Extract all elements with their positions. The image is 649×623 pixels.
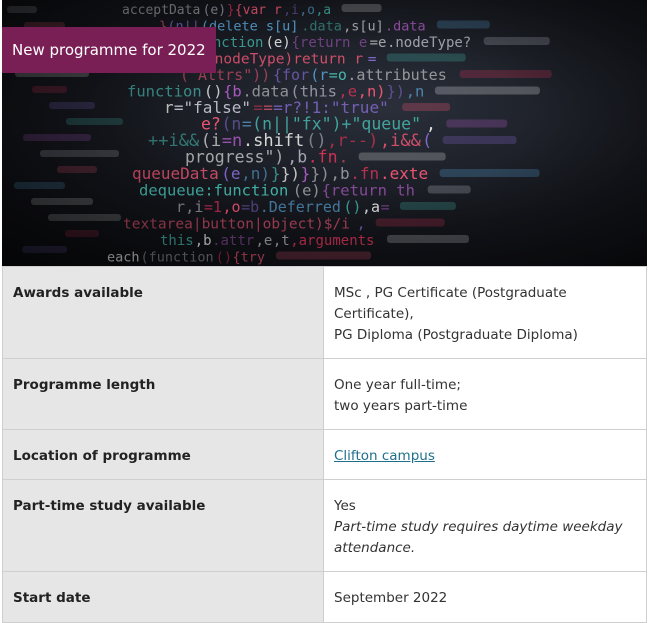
clifton-campus-link[interactable]: Clifton campus	[334, 448, 435, 464]
awards-label: Awards available	[2, 266, 324, 359]
table-row: Part-time study available Yes Part-time …	[2, 479, 647, 572]
programme-length-label: Programme length	[2, 358, 324, 430]
location-value: Clifton campus	[323, 429, 647, 480]
awards-value-line: PG Diploma (Postgraduate Diploma)	[334, 327, 578, 343]
part-time-answer: Yes	[334, 498, 356, 514]
programme-length-line: One year full-time;	[334, 377, 461, 393]
programme-length-value: One year full-time; two years part-time	[323, 358, 647, 430]
part-time-note: Part-time study requires daytime weekday…	[334, 519, 623, 556]
programme-card: acceptData(e)}{var r,i,o,a}(n||(delete s…	[2, 0, 647, 623]
awards-value: MSc , PG Certificate (Postgraduate Certi…	[323, 266, 647, 359]
hero-image: acceptData(e)}{var r,i,o,a}(n||(delete s…	[2, 0, 647, 266]
location-label: Location of programme	[2, 429, 324, 480]
table-row: Location of programme Clifton campus	[2, 429, 647, 480]
start-date-line: September 2022	[334, 590, 448, 606]
programme-length-line: two years part-time	[334, 398, 468, 414]
awards-value-line: MSc , PG Certificate (Postgraduate Certi…	[334, 285, 567, 322]
table-row: Awards available MSc , PG Certificate (P…	[2, 266, 647, 359]
new-programme-badge: New programme for 2022	[2, 27, 216, 73]
table-row: Start date September 2022	[2, 571, 647, 623]
table-row: Programme length One year full-time; two…	[2, 358, 647, 430]
programme-info-table: Awards available MSc , PG Certificate (P…	[2, 266, 647, 623]
part-time-label: Part-time study available	[2, 479, 324, 572]
start-date-value: September 2022	[323, 571, 647, 623]
part-time-value: Yes Part-time study requires daytime wee…	[323, 479, 647, 572]
start-date-label: Start date	[2, 571, 324, 623]
